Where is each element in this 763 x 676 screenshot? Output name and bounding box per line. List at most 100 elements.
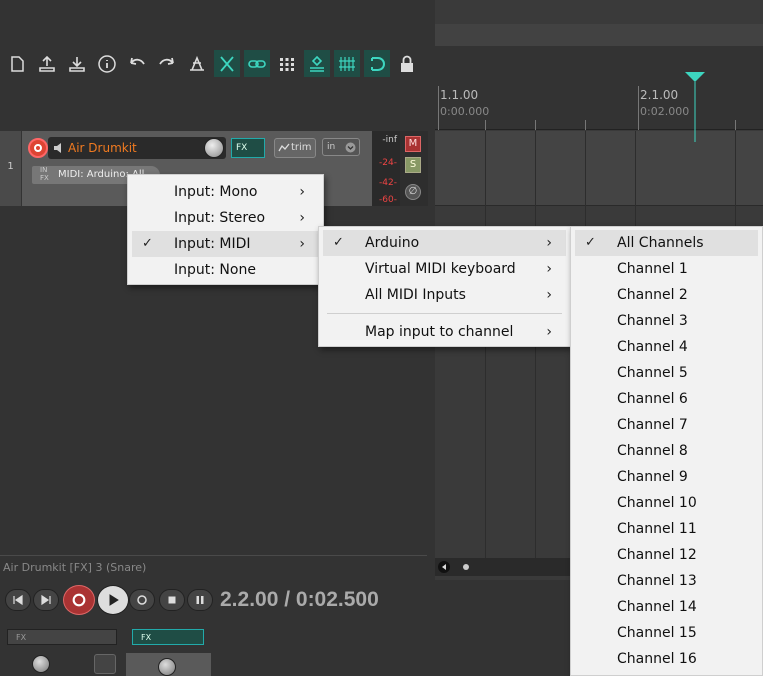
ruler-marker-1-time: 0:00.000 [440,105,490,118]
repeat-button[interactable] [129,589,155,611]
menu-item-label: Map input to channel [365,324,514,340]
menu-item-label: Channel 2 [617,287,688,303]
trim-button[interactable]: trim [274,138,316,158]
menu-item-channel-8[interactable]: Channel 8 [575,438,758,464]
master-fx-label: FX [16,633,27,642]
track-number[interactable]: 1 [0,131,22,206]
chevron-down-icon [345,142,356,153]
menu-item-channel-2[interactable]: Channel 2 [575,282,758,308]
speaker-icon[interactable] [52,141,66,155]
pan-knob[interactable] [32,655,50,673]
chevron-right-icon: › [546,287,552,303]
in-label: in [327,142,336,152]
divider [0,555,427,556]
metronome-icon[interactable] [184,50,210,77]
playhead-icon[interactable] [685,72,705,146]
check-icon: ✓ [585,235,596,250]
record-button[interactable] [63,585,95,615]
chevron-right-icon: › [546,261,552,277]
menu-item-arduino[interactable]: ✓ Arduino › [323,230,566,256]
mute-solo-column: M S ∅ [400,131,428,206]
menu-item-channel-15[interactable]: Channel 15 [575,620,758,646]
menu-item-channel-6[interactable]: Channel 6 [575,386,758,412]
menu-item-channel-13[interactable]: Channel 13 [575,568,758,594]
redo-icon[interactable] [154,50,180,77]
snap-grid-icon[interactable] [334,50,360,77]
chevron-right-icon: › [299,236,305,252]
menu-item-channel-10[interactable]: Channel 10 [575,490,758,516]
menu-item-all-channels[interactable]: ✓ All Channels [575,230,758,256]
menu-item-label: Channel 16 [617,651,697,667]
menu-item-channel-4[interactable]: Channel 4 [575,334,758,360]
lock-icon[interactable] [394,50,420,77]
meter-label: -inf [382,135,397,145]
link-icon[interactable] [244,50,270,77]
input-type-menu: Input: Mono › Input: Stereo › ✓ Input: M… [127,174,324,285]
menu-item-channel-7[interactable]: Channel 7 [575,412,758,438]
menu-item-label: Channel 4 [617,339,688,355]
ruler-tick [735,120,736,130]
ruler-marker-2-label: 2.1.00 [640,88,679,102]
mute-button[interactable]: M [405,136,421,152]
menu-item-channel-1[interactable]: Channel 1 [575,256,758,282]
track-fx-label: FX [141,633,152,642]
fx-button[interactable]: FX [231,138,265,158]
menu-item-channel-12[interactable]: Channel 12 [575,542,758,568]
menu-item-input-mono[interactable]: Input: Mono › [132,179,319,205]
menu-item-input-midi[interactable]: ✓ Input: MIDI › [132,231,319,257]
info-icon[interactable] [94,50,120,77]
track-fx-button[interactable]: FX [132,629,204,645]
phase-invert-button[interactable]: ∅ [405,184,421,200]
menu-separator [327,313,562,314]
menu-item-virtual-midi-keyboard[interactable]: Virtual MIDI keyboard › [323,256,566,282]
play-button[interactable] [97,585,129,615]
new-project-icon[interactable] [4,50,30,77]
chevron-right-icon: › [299,184,305,200]
ripple-edit-icon[interactable] [214,50,240,77]
chevron-right-icon: › [546,235,552,251]
menu-item-map-input-to-channel[interactable]: Map input to channel › [323,319,566,345]
save-icon[interactable] [34,50,60,77]
fader-strip[interactable] [126,653,211,676]
transport-bar [5,585,215,615]
menu-item-channel-9[interactable]: Channel 9 [575,464,758,490]
solo-button[interactable]: S [405,157,421,173]
pause-icon [196,596,204,604]
fx-button-label: FX [236,143,248,153]
fader-knob[interactable] [158,658,176,676]
track-meter[interactable]: -inf -24- -42- -60- [372,131,400,206]
repeat-icon [137,595,147,605]
undo-icon[interactable] [124,50,150,77]
menu-item-channel-14[interactable]: Channel 14 [575,594,758,620]
menu-item-channel-16[interactable]: Channel 16 [575,646,758,672]
group-icon[interactable] [304,50,330,77]
trim-label: trim [291,142,312,153]
open-icon[interactable] [64,50,90,77]
go-to-start-button[interactable] [5,589,31,611]
menu-item-channel-11[interactable]: Channel 11 [575,516,758,542]
input-monitor-button[interactable]: in [322,138,360,156]
go-to-end-button[interactable] [33,589,59,611]
record-arm-button[interactable] [28,138,48,158]
ruler-tick [535,120,536,130]
menu-item-label: Channel 5 [617,365,688,381]
menu-item-all-midi-inputs[interactable]: All MIDI Inputs › [323,282,566,308]
input-fx-label[interactable]: IN FX [40,166,52,182]
volume-knob[interactable] [204,138,224,158]
stop-button[interactable] [159,589,185,611]
menu-item-label: Channel 1 [617,261,688,277]
time-display[interactable]: 2.2.00 / 0:02.500 [220,588,379,612]
snap-icon[interactable] [364,50,390,77]
pause-button[interactable] [187,589,213,611]
menu-item-channel-5[interactable]: Channel 5 [575,360,758,386]
menu-item-label: Channel 8 [617,443,688,459]
menu-item-input-stereo[interactable]: Input: Stereo › [132,205,319,231]
master-fx-button[interactable]: FX [7,629,117,645]
routing-button[interactable] [94,654,116,674]
menu-item-input-none[interactable]: Input: None [132,257,319,283]
grid-icon[interactable] [274,50,300,77]
timeline-ruler[interactable]: 1.1.00 0:00.000 2.1.00 0:02.000 [435,46,763,130]
meter-label: -24- [379,158,397,168]
menu-item-label: Channel 12 [617,547,697,563]
menu-item-channel-3[interactable]: Channel 3 [575,308,758,334]
